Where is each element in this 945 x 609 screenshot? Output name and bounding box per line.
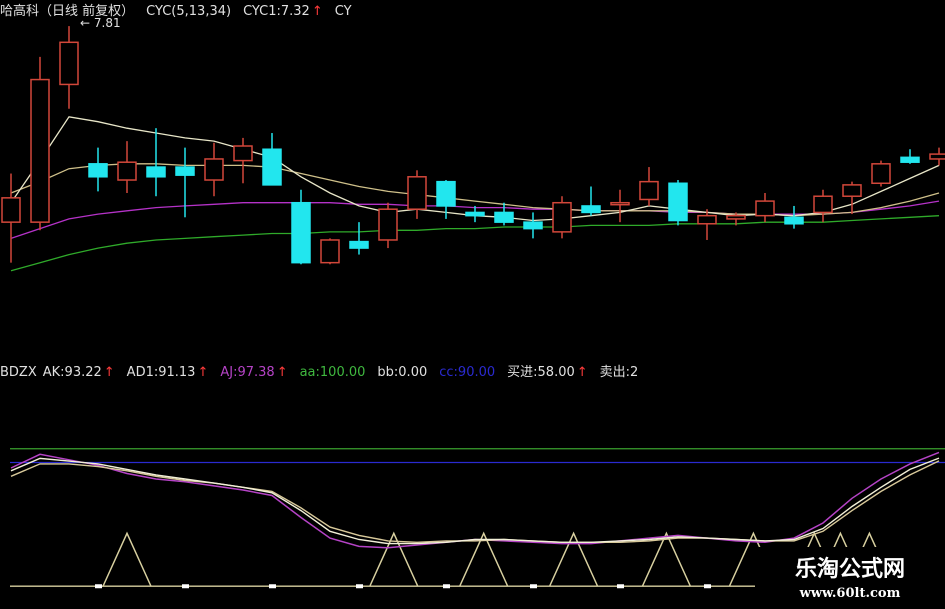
candle-body	[407, 176, 427, 210]
candle-body	[233, 145, 253, 162]
candle-body	[523, 221, 543, 230]
candle-body	[146, 166, 166, 178]
watermark: 乐淘公式网 www.60lt.com	[755, 547, 945, 609]
candle-body	[929, 153, 945, 160]
baseline-dot	[95, 584, 102, 589]
candle-body	[59, 41, 79, 86]
candle-body	[668, 182, 688, 222]
price-header: 哈高科（日线 前复权） CYC(5,13,34) CYC1:7.32 ↑ CY	[0, 0, 364, 19]
baseline-dot	[269, 584, 276, 589]
stock-title: 哈高科（日线 前复权）	[0, 4, 135, 19]
candle-body	[117, 161, 137, 181]
candle-body	[871, 163, 891, 185]
candle	[552, 196, 572, 239]
baseline-dot	[356, 584, 363, 589]
cyc1-value: CYC1:7.32	[243, 4, 310, 19]
cc-value: cc:90.00	[439, 365, 496, 380]
stock-chart: ← 7.81	[0, 0, 945, 609]
candle-body	[552, 201, 572, 233]
candle-body	[436, 180, 456, 207]
cyc-params: CYC(5,13,34)	[146, 4, 232, 19]
baseline-dot	[617, 584, 624, 589]
watermark-url: www.60lt.com	[799, 586, 901, 601]
candle	[871, 160, 891, 187]
aa-value: aa:100.00	[299, 365, 366, 380]
aj-value: AJ:97.38	[220, 365, 275, 380]
candle-body	[88, 163, 108, 178]
candle-body	[175, 166, 195, 176]
candle-body	[378, 208, 398, 241]
candle-body	[813, 195, 833, 214]
baseline-dot	[182, 584, 189, 589]
candle-body	[1, 197, 21, 223]
bb-value: bb:0.00	[377, 365, 428, 380]
baseline-dot	[443, 584, 450, 589]
baseline-dot	[530, 584, 537, 589]
candle-body	[726, 214, 746, 220]
candle-body	[291, 201, 311, 264]
ak-value: AK:93.22	[42, 365, 102, 380]
sell-value: 卖出:2	[599, 365, 639, 380]
buy-arrow-icon: ↑	[576, 365, 588, 380]
candle-body	[30, 78, 50, 223]
candle-body	[204, 158, 224, 181]
aj-arrow-icon: ↑	[276, 365, 288, 380]
candle-body	[639, 180, 659, 201]
candle-body	[900, 156, 920, 163]
candle-body	[320, 239, 340, 264]
watermark-title: 乐淘公式网	[794, 557, 905, 582]
candle-body	[494, 211, 514, 223]
candle-body	[465, 211, 485, 217]
candle-body	[349, 240, 369, 249]
candle	[30, 56, 50, 231]
cyc1-arrow-icon: ↑	[311, 4, 323, 19]
candle-body	[581, 205, 601, 214]
candle-body	[755, 200, 775, 217]
candle-body	[262, 148, 282, 186]
candle-body	[784, 216, 804, 225]
candle-body	[610, 201, 630, 206]
baseline-dot	[704, 584, 711, 589]
candle-body	[697, 214, 717, 225]
price-pane-corner	[536, 0, 945, 140]
cyc-truncated: CY	[334, 4, 352, 19]
buy-value: 买进:58.00	[507, 365, 575, 380]
ad1-arrow-icon: ↑	[197, 365, 209, 380]
indicator-header: BDZX AK:93.22 ↑ AD1:91.13 ↑ AJ:97.38 ↑ aa:100.0…	[0, 361, 650, 380]
ad1-value: AD1:91.13	[126, 365, 196, 380]
candle	[668, 180, 688, 226]
indicator-name: BDZX	[0, 365, 37, 380]
candle-body	[842, 184, 862, 197]
ak-arrow-icon: ↑	[103, 365, 115, 380]
candle	[320, 238, 340, 265]
